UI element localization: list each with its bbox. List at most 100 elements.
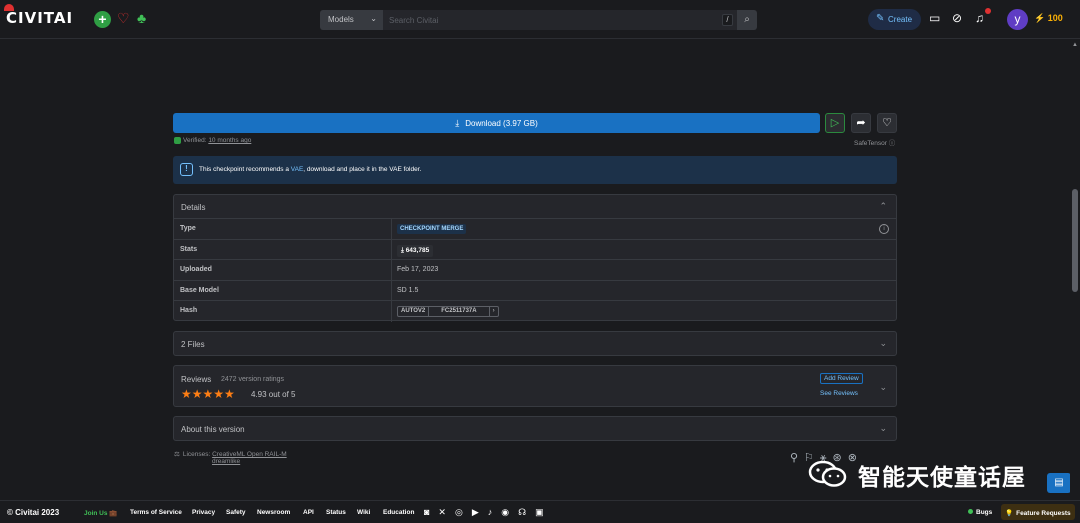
reviews-panel: Reviews 2472 version ratings ★★★★★ 4.93 … [173, 365, 897, 407]
detail-row-stats: Stats ⤓ 643,785 [174, 239, 896, 261]
chevron-down-icon[interactable]: ⌄ [879, 338, 887, 349]
chevron-right-icon[interactable]: › [490, 307, 498, 316]
star-rating: ★★★★★ [181, 387, 235, 401]
pen-icon: ✎ [876, 13, 885, 24]
scroll-thumb[interactable] [1072, 189, 1078, 292]
verified-time-link[interactable]: 10 months ago [208, 137, 251, 144]
file-format-label: SafeTensor [854, 140, 887, 147]
hash-copy-control[interactable]: AUTOV2 FC2511737A › [397, 306, 499, 318]
details-header[interactable]: Details ⌃ [174, 195, 896, 219]
license-link[interactable]: CreativeML Open RAIL-M [212, 451, 287, 458]
footer-link-terms[interactable]: Terms of Service [130, 509, 182, 516]
eye-off-icon[interactable]: ⊘ [952, 11, 962, 25]
hash-value[interactable]: FC2511737A [429, 307, 490, 317]
info-icon[interactable]: i [879, 224, 889, 234]
footer-link-education[interactable]: Education [383, 509, 414, 516]
top-header: CIVITAI + ♡ ♣ Models ⌄ / ⌕ ✎ Create ▭ ⊘ … [0, 0, 1080, 39]
chevron-down-icon: ⌄ [370, 14, 377, 23]
footer-link-join[interactable]: Join Us 💼 [84, 509, 117, 517]
heart-icon[interactable]: ♡ [117, 10, 130, 27]
buzz-balance[interactable]: ⚡ 100 [1034, 13, 1063, 24]
license-link[interactable]: dreamlike [212, 458, 240, 465]
about-title: About this version [181, 425, 245, 434]
vae-link[interactable]: VAE [291, 166, 304, 173]
download-label: Download (3.97 GB) [465, 119, 538, 128]
search-icon[interactable]: ⌕ [737, 10, 757, 30]
footer-link-status[interactable]: Status [326, 509, 346, 516]
download-icon: ⤓ [455, 118, 460, 128]
download-button[interactable]: ⤓ Download (3.97 GB) [173, 113, 820, 133]
search-shortcut-hint: / [722, 14, 733, 26]
lightbulb-icon: 💡 [1005, 510, 1014, 517]
footer-link-privacy[interactable]: Privacy [192, 509, 215, 516]
avatar[interactable]: y [1007, 9, 1028, 30]
bugs-label: Bugs [976, 509, 993, 516]
chevron-up-icon[interactable]: ⌃ [879, 201, 887, 212]
run-button[interactable]: ▷ [825, 113, 845, 133]
detail-label: Hash [180, 307, 198, 315]
files-panel[interactable]: 2 Files ⌄ [173, 331, 897, 356]
files-title: 2 Files [181, 340, 205, 349]
add-plus-icon[interactable]: + [94, 11, 111, 28]
verified-note: Verified: 10 months ago [174, 137, 251, 144]
search-scope-select[interactable]: Models ⌄ [320, 10, 383, 30]
ratings-count: 2472 version ratings [221, 376, 285, 383]
status-dot [968, 509, 973, 514]
details-title: Details [181, 203, 206, 212]
verified-prefix: Verified: [183, 137, 207, 145]
notification-dot [985, 8, 991, 14]
footer-link-newsroom[interactable]: Newsroom [257, 509, 290, 516]
copyright: © Civitai 2023 [7, 508, 60, 517]
alert-suffix: , download and place it in the VAE folde… [303, 166, 422, 173]
detail-row-hash: Hash AUTOV2 FC2511737A › [174, 301, 896, 322]
feature-requests-button[interactable]: 💡 Feature Requests [1001, 504, 1075, 520]
license-prefix: Licenses: [182, 451, 211, 458]
scale-icon: ⚖ [174, 451, 180, 458]
download-count-badge: ⤓ 643,785 [397, 244, 434, 257]
create-button[interactable]: ✎ Create [868, 9, 921, 30]
reviews-title: Reviews [181, 375, 212, 384]
monitor-icon[interactable]: ▭ [929, 11, 940, 25]
share-button[interactable]: ➦ [851, 113, 871, 133]
favorite-button[interactable]: ♡ [877, 113, 897, 133]
vae-alert: ! This checkpoint recommends a VAE, down… [173, 156, 897, 184]
chevron-down-icon[interactable]: ⌄ [879, 423, 887, 434]
hash-type[interactable]: AUTOV2 [398, 307, 430, 317]
social-icons[interactable]: ◙✕◎▶♪◉☊▣ [424, 507, 553, 518]
footer-link-wiki[interactable]: Wiki [357, 509, 370, 516]
footer-link-api[interactable]: API [303, 509, 314, 516]
alert-text: This checkpoint recommends a VAE, downlo… [199, 166, 421, 173]
share-icon: ➦ [856, 117, 866, 129]
rating-score: 4.93 out of 5 [251, 390, 296, 399]
verified-icon [174, 137, 181, 144]
bell-icon[interactable]: ♫ [975, 11, 984, 25]
detail-label: Uploaded [180, 266, 212, 274]
add-review-button[interactable]: Add Review [820, 373, 863, 384]
civitai-logo[interactable]: CIVITAI [6, 9, 73, 27]
chat-button[interactable]: ▤ [1047, 473, 1071, 493]
footer-link-safety[interactable]: Safety [226, 509, 246, 516]
info-icon[interactable]: ⓘ [889, 140, 896, 147]
feature-label: Feature Requests [1016, 510, 1071, 517]
chevron-down-icon[interactable]: ⌄ [879, 382, 887, 393]
tree-icon[interactable]: ♣ [137, 10, 146, 26]
page-scrollbar[interactable]: ▲ [1070, 40, 1080, 500]
search-bar: Models ⌄ / ⌕ [320, 10, 757, 30]
alert-prefix: This checkpoint recommends a [199, 166, 291, 173]
see-reviews-link[interactable]: See Reviews [820, 390, 858, 397]
page-footer: © Civitai 2023 Join Us 💼 Terms of Servic… [0, 500, 1080, 523]
chat-icon: ▤ [1054, 477, 1064, 488]
file-format: SafeTensor ⓘ [854, 137, 895, 147]
license-info: ⚖ Licenses: CreativeML Open RAIL-M [174, 450, 287, 458]
wechat-logo [808, 460, 847, 487]
download-icon: ⤓ [401, 246, 404, 254]
search-input[interactable] [383, 10, 737, 30]
detail-row-base-model: Base Model SD 1.5 [174, 280, 896, 302]
detail-row-uploaded: Uploaded Feb 17, 2023 [174, 260, 896, 281]
scroll-up-icon[interactable]: ▲ [1072, 42, 1078, 48]
create-label: Create [888, 15, 913, 24]
about-version-panel[interactable]: About this version ⌄ [173, 416, 897, 441]
bugs-link[interactable]: Bugs [968, 509, 992, 516]
detail-label: Stats [180, 245, 198, 253]
alert-icon: ! [180, 163, 193, 176]
